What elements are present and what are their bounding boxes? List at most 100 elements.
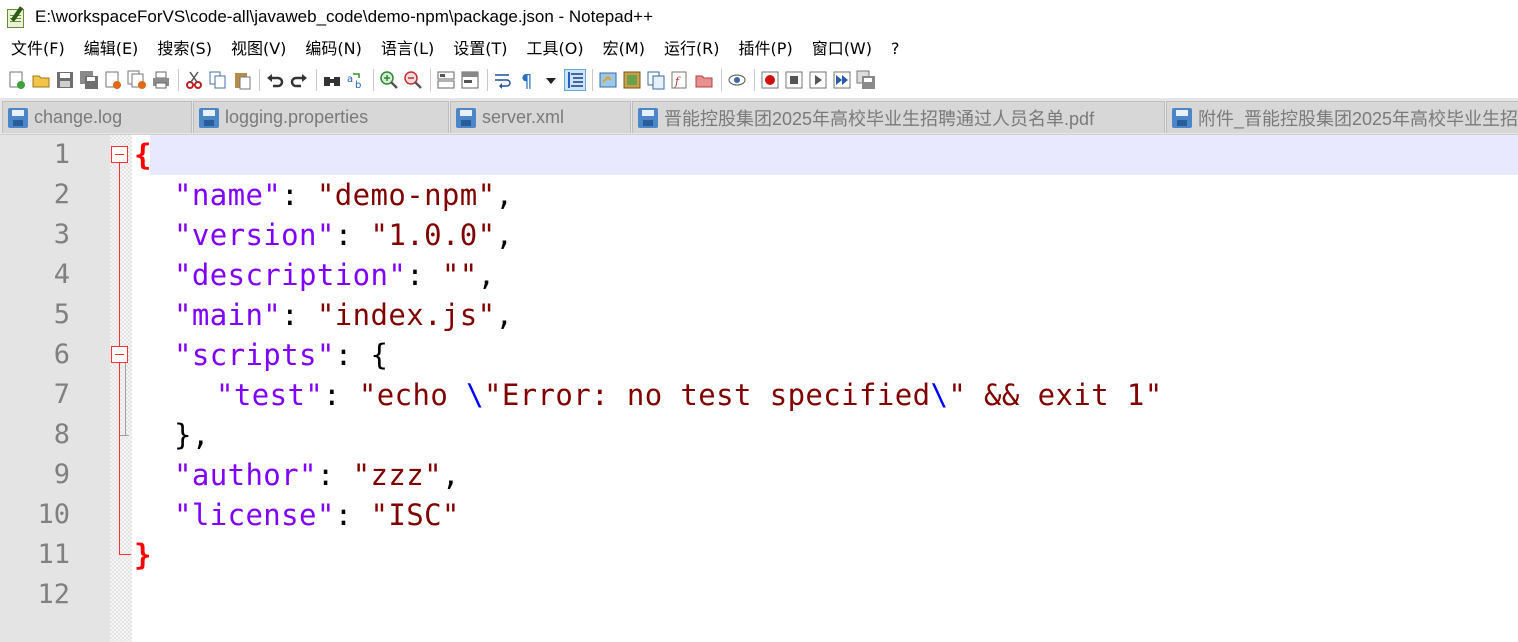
sync-vertical-scroll-icon[interactable]	[435, 69, 457, 91]
menu-file[interactable]: 文件(F)	[7, 34, 69, 64]
word-wrap-icon[interactable]	[492, 69, 514, 91]
tab-label: 附件_晋能控股集团2025年高校毕业生招聘通过人员名单.pdf	[1198, 108, 1518, 129]
tab-attachment-recruitment-list-pdf[interactable]: 附件_晋能控股集团2025年高校毕业生招聘通过人员名单.pdf	[1166, 101, 1518, 133]
notepad-plus-plus-app-icon	[5, 6, 27, 28]
svg-text:a: a	[347, 74, 353, 85]
code-line-7: "test": "echo \"Error: no test specified…	[216, 375, 1163, 415]
title-bar: E:\workspaceForVS\code-all\javaweb_code\…	[0, 0, 1518, 34]
json-escape: \	[466, 378, 484, 412]
saved-file-icon	[1172, 107, 1192, 128]
zoom-in-icon[interactable]	[378, 69, 400, 91]
menu-search[interactable]: 搜索(S)	[153, 34, 216, 64]
undo-icon[interactable]	[264, 69, 286, 91]
line-number-gutter: 1 2 3 4 5 6 7 8 9 10 11 12	[0, 135, 110, 642]
new-file-icon[interactable]	[6, 69, 28, 91]
tab-logging-properties[interactable]: logging.properties	[193, 101, 449, 133]
json-brace: {	[134, 138, 152, 172]
json-separator: :	[281, 178, 317, 212]
json-separator: :	[316, 458, 353, 492]
indent-guide-icon[interactable]	[564, 69, 586, 91]
menu-encoding[interactable]: 编码(N)	[301, 34, 365, 64]
code-line-10: "license": "ISC"	[174, 495, 460, 535]
run-macro-multiple-icon[interactable]	[831, 69, 853, 91]
line-number: 6	[53, 339, 70, 370]
copy-icon[interactable]	[207, 69, 229, 91]
show-all-characters-icon[interactable]: ¶	[516, 69, 538, 91]
current-line-highlight	[150, 135, 1518, 175]
saved-file-icon	[8, 107, 28, 128]
toolbar-separator	[721, 69, 722, 91]
document-map-icon[interactable]	[621, 69, 643, 91]
redo-icon[interactable]	[288, 69, 310, 91]
save-macro-icon[interactable]	[855, 69, 877, 91]
json-comma: ,	[495, 218, 514, 252]
save-icon[interactable]	[54, 69, 76, 91]
json-value: "1.0.0"	[370, 218, 496, 252]
json-value: "index.js"	[316, 298, 496, 332]
folder-as-workspace-icon[interactable]	[693, 69, 715, 91]
menu-edit[interactable]: 编辑(E)	[80, 34, 143, 64]
json-separator: :	[406, 258, 442, 292]
toolbar-separator	[592, 69, 593, 91]
json-brace: }	[134, 538, 152, 572]
toolbar-separator	[487, 69, 488, 91]
line-number: 4	[53, 259, 70, 290]
menu-plugins[interactable]: 插件(P)	[735, 34, 797, 64]
menu-language[interactable]: 语言(L)	[377, 34, 438, 64]
save-all-icon[interactable]	[78, 69, 100, 91]
json-comma: ,	[495, 298, 514, 332]
open-file-icon[interactable]	[30, 69, 52, 91]
menu-macro[interactable]: 宏(M)	[599, 34, 649, 64]
record-macro-icon[interactable]	[759, 69, 781, 91]
code-line-11: }	[134, 535, 152, 575]
tab-change-log[interactable]: change.log	[2, 101, 192, 133]
tab-label: logging.properties	[225, 107, 369, 127]
line-number: 5	[53, 299, 70, 330]
line-number: 3	[53, 219, 70, 250]
json-separator: :	[334, 498, 371, 532]
json-value: "demo-npm"	[316, 178, 496, 212]
stop-recording-icon[interactable]	[783, 69, 805, 91]
document-list-icon[interactable]	[645, 69, 667, 91]
code-line-3: "version": "1.0.0",	[174, 215, 513, 255]
zoom-out-icon[interactable]	[402, 69, 424, 91]
monitoring-eye-icon[interactable]	[726, 69, 748, 91]
close-file-icon[interactable]	[102, 69, 124, 91]
cut-icon[interactable]	[183, 69, 205, 91]
tab-server-xml[interactable]: server.xml	[450, 101, 631, 133]
menu-settings[interactable]: 设置(T)	[449, 34, 511, 64]
menu-view[interactable]: 视图(V)	[227, 34, 290, 64]
paste-icon[interactable]	[231, 69, 253, 91]
menu-help[interactable]: ?	[887, 34, 904, 64]
line-number: 10	[37, 499, 70, 530]
menu-tools[interactable]: 工具(O)	[523, 34, 588, 64]
json-value: "ISC"	[370, 498, 460, 532]
replace-icon[interactable]: ab	[345, 69, 367, 91]
tab-label: change.log	[34, 107, 123, 127]
fold-margin	[110, 135, 132, 642]
fold-collapse-icon[interactable]	[111, 146, 128, 163]
playback-macro-icon[interactable]	[807, 69, 829, 91]
menu-run[interactable]: 运行(R)	[660, 34, 724, 64]
function-list-icon[interactable]: f	[669, 69, 691, 91]
fold-collapse-icon[interactable]	[111, 346, 128, 363]
line-number: 12	[37, 579, 70, 610]
window-title: E:\workspaceForVS\code-all\javaweb_code\…	[35, 7, 654, 26]
json-separator: :	[334, 338, 371, 372]
print-icon[interactable]	[150, 69, 172, 91]
menu-window[interactable]: 窗口(W)	[808, 34, 876, 64]
json-key: "test"	[216, 378, 324, 412]
json-key: "license"	[174, 498, 335, 532]
sync-horizontal-scroll-icon[interactable]	[459, 69, 481, 91]
close-all-icon[interactable]	[126, 69, 148, 91]
json-value: ""	[441, 258, 478, 292]
toolbar-separator	[259, 69, 260, 91]
toolbar-separator	[178, 69, 179, 91]
code-editor[interactable]: 1 2 3 4 5 6 7 8 9 10 11 12 { "name": "de…	[0, 135, 1518, 642]
find-icon[interactable]	[321, 69, 343, 91]
code-line-4: "description": "",	[174, 255, 496, 295]
tab-recruitment-list-pdf[interactable]: 晋能控股集团2025年高校毕业生招聘通过人员名单.pdf	[632, 101, 1165, 133]
dropdown-arrow-icon[interactable]	[540, 69, 562, 91]
json-value: "zzz"	[352, 458, 442, 492]
user-defined-language-icon[interactable]	[597, 69, 619, 91]
